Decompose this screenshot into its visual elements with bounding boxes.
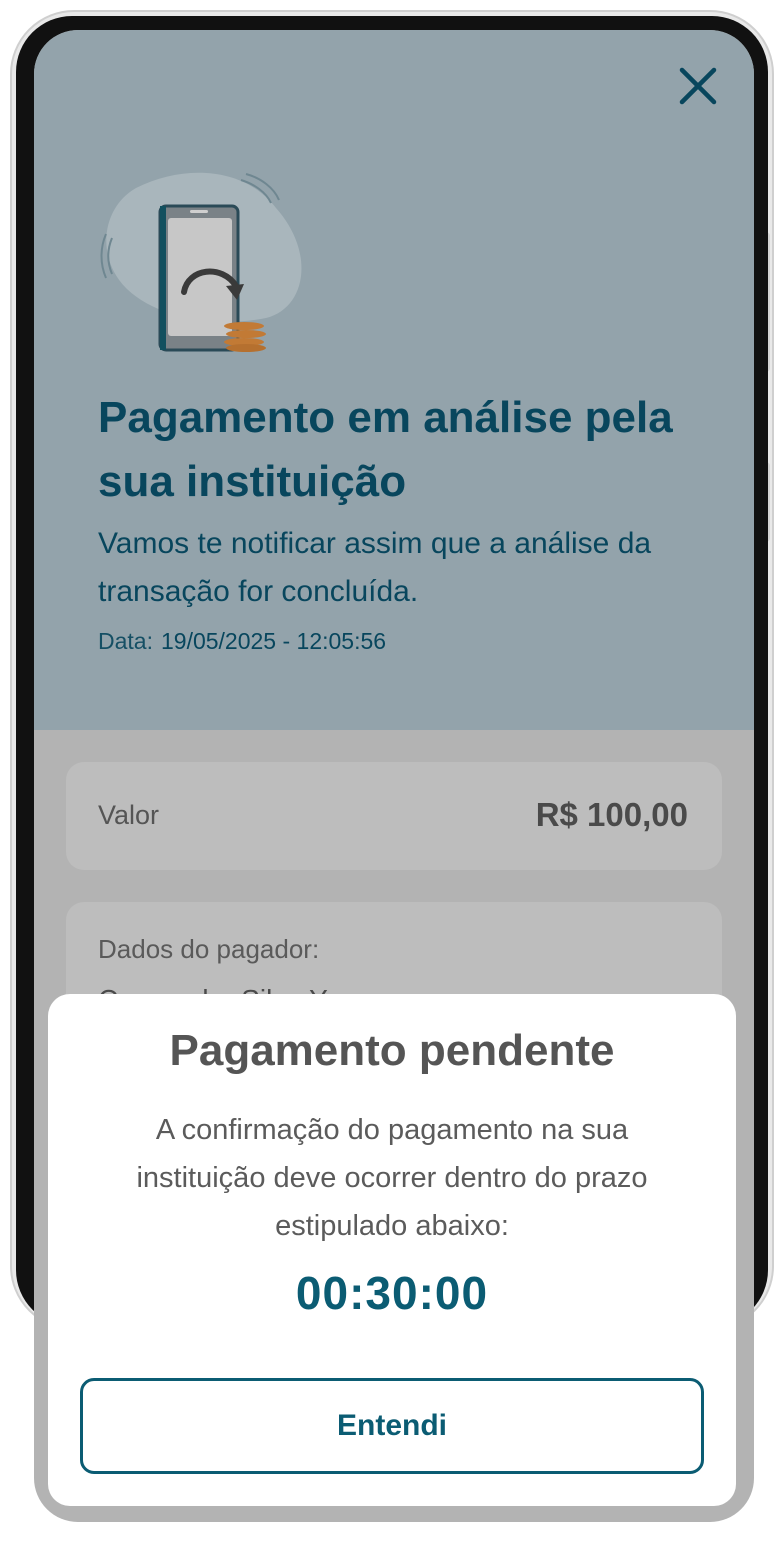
app-screen: Pagamento em análise pela sua instituiçã… [34,30,754,1522]
page-title: Pagamento em análise pela sua instituiçã… [98,393,673,506]
phone-coins-illustration [100,172,302,352]
pending-payment-modal: Pagamento pendente A confirmação do paga… [48,994,736,1506]
amount-label: Valor [98,800,160,830]
status-header: Pagamento em análise pela sua instituiçã… [34,30,754,730]
close-icon[interactable] [674,62,722,110]
payer-label: Dados do pagador: [98,934,320,964]
modal-title: Pagamento pendente [169,1026,615,1075]
page-subtitle: Vamos te notificar assim que a análise d… [98,527,652,608]
amount-card: Valor R$ 100,00 [66,762,722,870]
modal-text: A confirmação do pagamento na sua instit… [136,1114,648,1242]
amount-value: R$ 100,00 [535,796,688,833]
date-row: Data: 19/05/2025 - 12:05:56 [98,628,386,655]
countdown-timer: 00:30:00 [295,1267,489,1319]
date-label: Data: [98,628,153,654]
date-value: 19/05/2025 - 12:05:56 [160,628,387,654]
understood-button[interactable]: Entendi [80,1378,704,1474]
